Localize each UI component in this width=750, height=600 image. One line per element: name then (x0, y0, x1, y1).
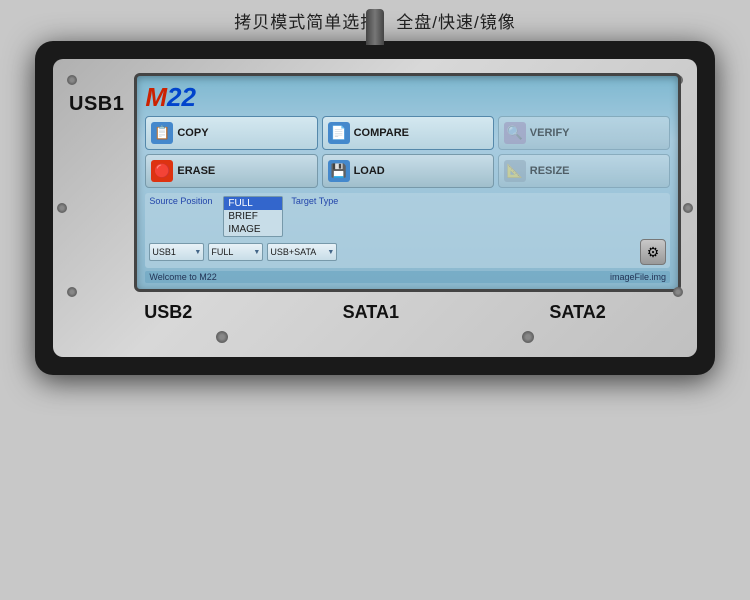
dropdown-item-full[interactable]: FULL (224, 197, 282, 210)
resize-button[interactable]: 📐 RESIZE (498, 154, 670, 188)
bottom-screw-1 (216, 331, 228, 343)
status-right: imageFile.img (610, 272, 666, 282)
dropdown-popup: FULL BRIEF IMAGE (223, 196, 283, 237)
dropdown-section: Source Position FULL BRIEF IMAGE Target … (145, 193, 670, 268)
dropdown-row-labels: Source Position FULL BRIEF IMAGE Target … (149, 196, 666, 237)
compare-icon: 📄 (328, 122, 350, 144)
m22-logo: M22 (145, 84, 670, 110)
verify-icon: 🔍 (504, 122, 526, 144)
verify-label: VERIFY (530, 127, 570, 139)
usb1-label: USB1 (69, 93, 124, 116)
copy-label: COPY (177, 127, 208, 139)
dropdown-item-image[interactable]: IMAGE (224, 223, 282, 236)
resize-icon: 📐 (504, 160, 526, 182)
lcd-screen: M22 📋 COPY 📄 COMPARE 🔍 VERIFY (134, 73, 681, 292)
erase-label: ERASE (177, 165, 215, 177)
source-position-label: Source Position (149, 196, 219, 206)
side-screw-left (57, 203, 67, 213)
bottom-screw-2 (522, 331, 534, 343)
dropdown-item-brief[interactable]: BRIEF (224, 210, 282, 223)
erase-icon: 🔴 (151, 160, 173, 182)
verify-button[interactable]: 🔍 VERIFY (498, 116, 670, 150)
target-select[interactable]: USB+SATA ▼ (267, 243, 337, 261)
load-label: LOAD (354, 165, 385, 177)
screen-area: USB1 M22 📋 COPY 📄 COMPARE 🔍 (69, 73, 681, 292)
erase-button[interactable]: 🔴 ERASE (145, 154, 317, 188)
source-select-value: USB1 (152, 247, 176, 257)
settings-button[interactable]: ⚙ (640, 239, 666, 265)
screw-br (673, 287, 683, 297)
screw-tl (67, 75, 77, 85)
port-sata2: SATA2 (549, 302, 605, 323)
mode-select[interactable]: FULL ▼ (208, 243, 263, 261)
source-select-arrow: ▼ (194, 249, 201, 256)
target-select-arrow: ▼ (327, 249, 334, 256)
target-select-value: USB+SATA (270, 247, 316, 257)
status-left: Welcome to M22 (149, 272, 216, 282)
target-type-label: Target Type (291, 196, 338, 206)
status-bar: Welcome to M22 imageFile.img (145, 271, 670, 283)
side-screw-right (683, 203, 693, 213)
dropdowns-row: USB1 ▼ FULL ▼ USB+SATA ▼ ⚙ (149, 239, 666, 265)
source-select[interactable]: USB1 ▼ (149, 243, 204, 261)
device-inner: USB1 M22 📋 COPY 📄 COMPARE 🔍 (53, 59, 697, 357)
cable (366, 9, 384, 45)
port-usb2: USB2 (144, 302, 192, 323)
port-sata1: SATA1 (343, 302, 399, 323)
bottom-screws (69, 327, 681, 345)
compare-label: COMPARE (354, 127, 409, 139)
logo-m: M (145, 82, 167, 112)
mode-select-value: FULL (211, 247, 233, 257)
screw-bl (67, 287, 77, 297)
copy-icon: 📋 (151, 122, 173, 144)
settings-icon: ⚙ (647, 244, 660, 261)
load-button[interactable]: 💾 LOAD (322, 154, 494, 188)
btn-grid: 📋 COPY 📄 COMPARE 🔍 VERIFY 🔴 ERASE (145, 116, 670, 188)
logo-22: 22 (167, 82, 196, 112)
resize-label: RESIZE (530, 165, 570, 177)
load-icon: 💾 (328, 160, 350, 182)
device-outer: USB1 M22 📋 COPY 📄 COMPARE 🔍 (35, 41, 715, 375)
mode-select-arrow: ▼ (253, 249, 260, 256)
port-labels: USB2 SATA1 SATA2 (69, 292, 681, 327)
left-label: USB1 (69, 73, 124, 116)
copy-button[interactable]: 📋 COPY (145, 116, 317, 150)
compare-button[interactable]: 📄 COMPARE (322, 116, 494, 150)
